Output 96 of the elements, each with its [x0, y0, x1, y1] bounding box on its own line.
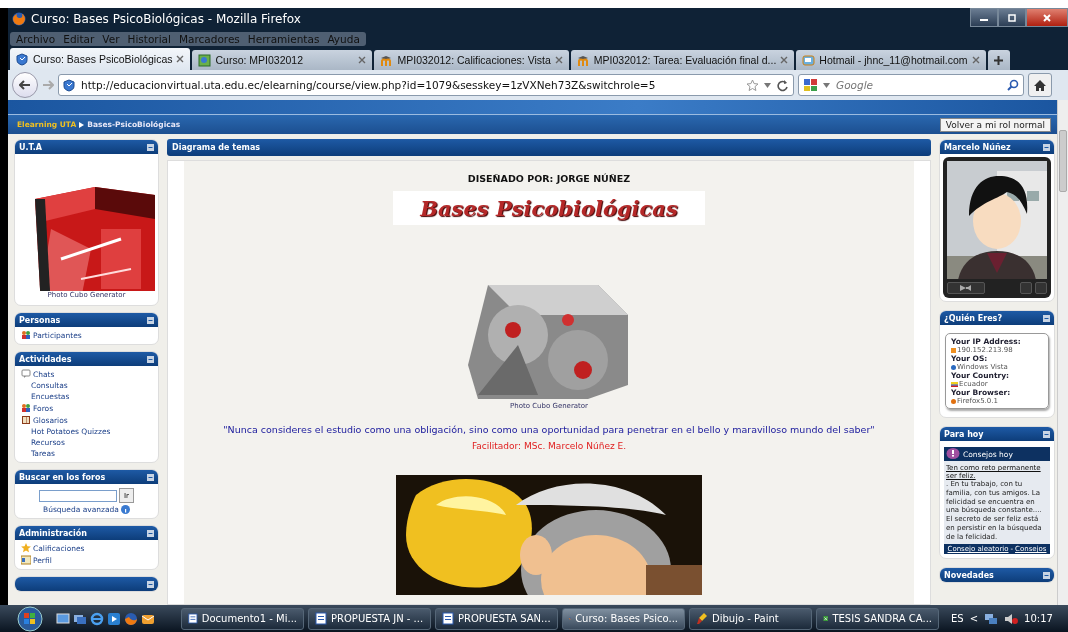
block-title: ¿Quién Eres? [944, 313, 1003, 323]
restore-icon [1007, 13, 1017, 22]
collapse-icon[interactable] [1043, 430, 1050, 438]
document-icon [188, 612, 198, 625]
section-title: Diagrama de temas [172, 143, 261, 153]
search-field[interactable] [39, 489, 117, 502]
star-icon[interactable] [746, 78, 759, 92]
browser-tab[interactable]: MPI032012: Tarea: Evaluación final d... [570, 50, 795, 70]
close-icon[interactable] [971, 56, 980, 64]
scrollbar[interactable] [1057, 100, 1068, 605]
flag-icon [951, 381, 958, 387]
browser-tab[interactable]: Curso: MPI032012 [192, 50, 373, 70]
block-title: Administración [19, 528, 88, 538]
window-title: Curso: Bases PsicoBiológicas - Mozilla Firefox [31, 12, 301, 26]
block-title: Actividades [19, 354, 72, 364]
close-icon[interactable] [358, 56, 367, 64]
block-title: Marcelo Núñez [944, 142, 1011, 152]
course-banner: Bases Psicobiológicas [393, 191, 705, 226]
caret-icon[interactable] [823, 82, 830, 88]
block-title: Buscar en los foros [19, 472, 106, 482]
picture-frame-icon [198, 53, 212, 67]
taskbar-button[interactable]: Documento1 - Mi... [181, 607, 304, 630]
back-button[interactable] [12, 72, 38, 98]
language-indicator[interactable]: ES [951, 613, 964, 624]
speech-bubble-icon [21, 369, 31, 379]
document-icon [315, 612, 327, 625]
collapse-icon[interactable] [147, 316, 154, 324]
collapse-icon[interactable] [147, 580, 154, 588]
maximize-button[interactable] [998, 8, 1026, 27]
volume-icon [966, 285, 972, 291]
taskbar-button[interactable]: Curso: Bases Psico... [562, 607, 685, 630]
collapse-icon[interactable] [147, 355, 154, 363]
collapse-icon[interactable] [147, 529, 154, 537]
block-title: Personas [19, 315, 61, 325]
author-line: DISEÑADO POR: JORGE NÚÑEZ [467, 173, 631, 185]
reload-icon[interactable] [776, 78, 789, 92]
taskbar-button[interactable]: PROPUESTA SAN... [435, 607, 558, 630]
colored-squares-icon[interactable] [803, 78, 819, 92]
browser-e-icon[interactable] [90, 611, 104, 626]
facilitator-text: Facilitador: MSc. Marcelo Núñez E. [471, 441, 627, 452]
clock[interactable]: 10:17 [1024, 613, 1053, 624]
browser-tab[interactable]: MPI032012: Calificaciones: Vista [374, 50, 569, 70]
block-title: U.T.A [19, 142, 42, 152]
star-icon [21, 543, 31, 553]
caret-icon[interactable] [764, 82, 771, 88]
collapse-icon[interactable] [1043, 143, 1050, 151]
block-title: Para hoy [944, 429, 984, 439]
taskbar-button[interactable]: Dibujo - Paint [689, 607, 812, 630]
taskbar-button[interactable]: PROPUESTA JN - ... [308, 607, 431, 630]
shield-icon [63, 78, 76, 92]
collapse-icon[interactable] [147, 473, 154, 481]
close-icon[interactable] [780, 56, 789, 64]
people-icon [21, 330, 31, 340]
search-icon[interactable] [1007, 79, 1019, 91]
people-icon [21, 403, 31, 413]
media-icon[interactable] [107, 611, 121, 626]
book-icon [21, 415, 31, 425]
collapse-icon[interactable] [1043, 314, 1050, 322]
play-icon [960, 285, 966, 291]
mortarboard-icon [576, 53, 590, 67]
collapse-icon[interactable] [147, 143, 154, 151]
quote-text: "Nunca consideres el estudio como una obligación, sino como una oportunidad para penetrar en el bello y maravilloso mundo del saber" [223, 424, 875, 436]
close-icon[interactable] [176, 55, 185, 63]
close-icon [1042, 13, 1052, 22]
home-button[interactable] [1028, 73, 1052, 97]
playback-controls[interactable] [947, 282, 985, 294]
network-icon[interactable] [984, 612, 999, 625]
help-icon[interactable] [120, 505, 130, 514]
address-bar[interactable]: http://educacionvirtual.uta.edu.ec/elearning/course/view.php?id=1079&sesskey=1zVXNeh73Z&switchrole=5 [58, 74, 794, 96]
shield-icon [16, 52, 29, 66]
brush-icon [696, 612, 708, 625]
browser-tab[interactable]: Hotmail - jhnc_11@hotmail.com [796, 50, 986, 70]
tray-expand-button[interactable]: < [969, 613, 979, 624]
close-button[interactable] [1026, 8, 1068, 27]
close-icon[interactable] [554, 56, 563, 64]
home-icon [1034, 79, 1046, 91]
plus-icon [993, 54, 1004, 66]
document-icon [442, 612, 454, 625]
taskbar-button[interactable]: TESIS SANDRA CA... [816, 607, 939, 630]
desktop-icon[interactable] [56, 611, 70, 626]
start-button[interactable] [14, 605, 46, 632]
return-role-button[interactable]: Volver a mi rol normal [939, 117, 1051, 132]
volume-muted-icon[interactable] [1004, 612, 1019, 625]
minimize-button[interactable] [970, 8, 998, 27]
collapse-icon[interactable] [1043, 571, 1050, 579]
block-title: Novedades [944, 570, 994, 580]
browser-tab[interactable]: Curso: Bases PsicoBiológicas [10, 48, 191, 70]
search-box[interactable]: Google [798, 74, 1024, 96]
mortarboard-icon [380, 53, 394, 67]
id-card-icon [21, 555, 31, 565]
new-tab-button[interactable] [987, 50, 1010, 70]
scrollbar-thumb[interactable] [1059, 130, 1067, 192]
mail-icon [802, 53, 816, 67]
exclamation-bubble-icon [946, 448, 960, 460]
back-icon [19, 80, 31, 90]
triangle-icon [79, 121, 85, 128]
